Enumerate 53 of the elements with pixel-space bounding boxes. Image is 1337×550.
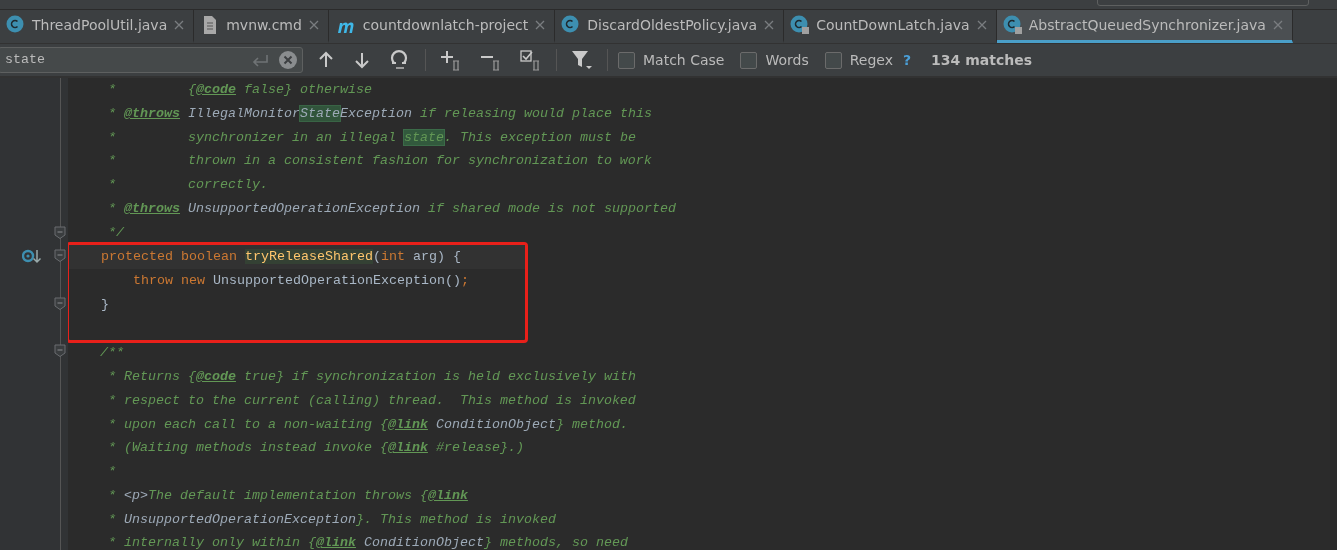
locked-class-icon <box>1002 15 1023 35</box>
locked-class-icon <box>790 15 811 35</box>
class-icon <box>6 15 26 35</box>
fold-marker-icon[interactable] <box>54 296 66 310</box>
code-line: * correctly. <box>107 176 269 194</box>
fold-marker-icon[interactable] <box>54 225 66 239</box>
tab-label: CountDownLatch.java <box>816 15 970 35</box>
close-icon[interactable] <box>534 19 547 31</box>
option-checkbox[interactable]: Regex <box>824 49 893 71</box>
code-line: * respect to the current (calling) thread. This method is invoked <box>107 391 637 410</box>
up-arrow-icon[interactable] <box>317 50 335 70</box>
code-line: */ <box>107 223 125 242</box>
code-line: * (Waiting methods instead invoke {@link #release}.) <box>107 439 525 458</box>
close-icon[interactable] <box>307 19 320 31</box>
fold-marker-icon[interactable] <box>54 249 66 263</box>
code-line: } <box>100 295 110 314</box>
down-arrow-icon[interactable] <box>353 50 371 70</box>
code-line: * @throws IllegalMonitorStateException if releasing would place this <box>107 104 653 123</box>
match-count: 134 matches <box>931 50 1033 70</box>
enter-icon <box>250 53 270 67</box>
code-line: throw new UnsupportedOperationException(); <box>132 272 470 290</box>
code-line: * internally only within {@link ConditionObject} methods, so need <box>107 534 629 550</box>
add-occurrence-icon[interactable] <box>440 49 462 71</box>
code-line: * synchronizer in an illegal state. This exception must be <box>107 128 637 147</box>
editor-tab[interactable]: AbstractQueuedSynchronizer.java <box>996 10 1293 43</box>
tab-label: DiscardOldestPolicy.java <box>587 15 758 35</box>
code-line: * {@code false} otherwise <box>107 81 373 99</box>
close-icon[interactable] <box>763 19 776 31</box>
search-field[interactable]: state <box>0 47 303 73</box>
code-line: * thrown in a consistent fashion for synchronization to work <box>107 152 653 171</box>
option-checkbox[interactable]: Match Case <box>618 49 725 71</box>
code-line: * UnsupportedOperationException}. This method is invoked <box>107 510 557 529</box>
help-link[interactable]: ? <box>903 49 912 71</box>
code-line: * Returns {@code true} if synchronization is held exclusively with <box>107 368 637 386</box>
select-all-occurrences-icon[interactable] <box>520 49 542 71</box>
tab-label: countdownlatch-project <box>362 15 529 35</box>
tab-label: mvnw.cmd <box>226 15 302 35</box>
code-line: * upon each call to a non-waiting {@link ConditionObject} method. <box>107 415 629 434</box>
code-line: * @throws UnsupportedOperationException if shared mode is not supported <box>107 199 677 218</box>
clear-icon[interactable] <box>278 50 298 70</box>
close-icon[interactable] <box>173 19 186 31</box>
close-icon[interactable] <box>975 19 988 31</box>
code-line: * <p>The default implementation throws {@link <box>107 486 469 505</box>
override-marker-icon[interactable] <box>22 248 42 265</box>
code-line: /** <box>99 344 125 363</box>
code-line: * <box>107 463 117 481</box>
search-input[interactable]: state <box>3 49 242 71</box>
fold-marker-icon[interactable] <box>54 344 66 358</box>
close-icon[interactable] <box>1271 19 1284 31</box>
tab-label: AbstractQueuedSynchronizer.java <box>1028 15 1266 35</box>
filter-icon[interactable] <box>571 49 593 71</box>
tab-label: ThreadPoolUtil.java <box>32 15 168 35</box>
option-checkbox[interactable]: Words <box>740 49 809 71</box>
